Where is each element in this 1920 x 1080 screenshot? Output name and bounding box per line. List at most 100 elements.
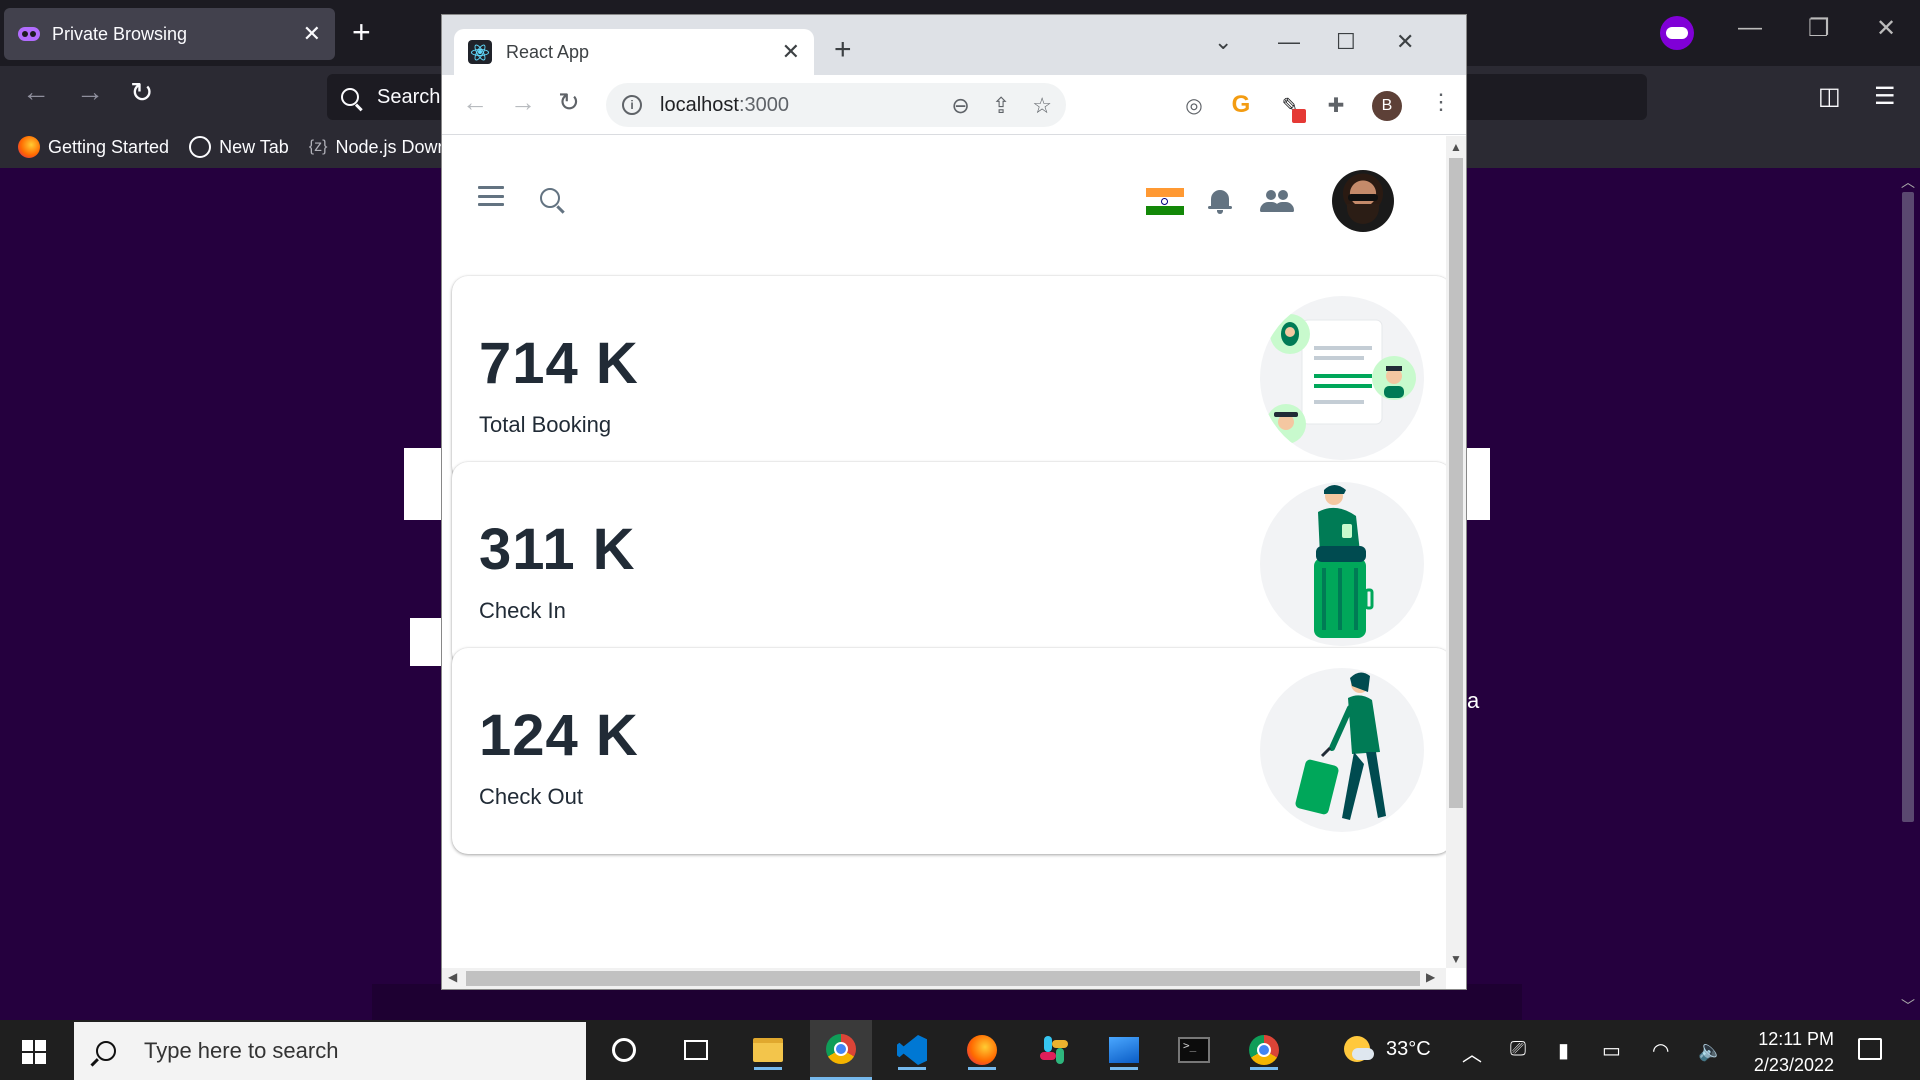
chrome-new-tab-button[interactable]: +: [834, 33, 852, 67]
extension-camera-icon[interactable]: ◎: [1180, 91, 1208, 119]
close-window-icon[interactable]: ✕: [1396, 29, 1414, 55]
search-icon: [96, 1041, 116, 1061]
bookmark-new-tab[interactable]: New Tab: [189, 136, 289, 158]
stat-value: 124 K: [479, 703, 639, 768]
bookmark-getting-started[interactable]: Getting Started: [18, 136, 169, 158]
profile-avatar[interactable]: B: [1372, 91, 1402, 121]
stat-card-total-booking: 714 K Total Booking: [452, 276, 1446, 482]
meet-now-icon[interactable]: ⎚: [1510, 1038, 1526, 1061]
task-view-icon[interactable]: [676, 1030, 716, 1070]
chrome-toolbar: ← → ↻ i localhost:3000 ⊖ ⇪ ☆ ◎ G ✎ ✚ B ⋮: [442, 75, 1466, 135]
tab-search-chevron-icon[interactable]: ⌄: [1214, 29, 1232, 55]
check-out-illustration-icon: [1260, 668, 1424, 832]
chrome-tab-react-app[interactable]: React App ✕: [454, 29, 814, 75]
forward-arrow-icon[interactable]: →: [76, 76, 104, 108]
page-viewport: 714 K Total Booking 311 K Check In 124 K…: [442, 136, 1446, 968]
scroll-left-arrow-icon[interactable]: ◀: [448, 970, 457, 984]
battery-icon[interactable]: ▭: [1602, 1038, 1621, 1063]
notification-center-icon[interactable]: [1858, 1038, 1882, 1060]
stat-card-check-out: 124 K Check Out: [452, 648, 1446, 854]
zoom-icon[interactable]: ⊖: [951, 93, 969, 119]
close-icon[interactable]: ✕: [782, 39, 800, 65]
notification-bell-icon[interactable]: [1208, 188, 1232, 214]
scroll-thumb[interactable]: [466, 971, 1420, 986]
chrome-window: React App ✕ + ⌄ — ☐ ✕ ← → ↻ i localhost:…: [442, 15, 1466, 989]
chrome-taskbar-icon-2[interactable]: [1244, 1030, 1284, 1070]
pocket-icon[interactable]: ◫: [1818, 82, 1841, 111]
scroll-up-arrow-icon[interactable]: ︿: [1901, 172, 1915, 192]
file-explorer-icon[interactable]: [748, 1030, 788, 1070]
reload-icon[interactable]: ↻: [130, 76, 153, 109]
photos-icon[interactable]: [1104, 1030, 1144, 1070]
site-info-icon[interactable]: i: [622, 95, 642, 115]
slack-icon[interactable]: [1034, 1030, 1074, 1070]
close-window-icon[interactable]: ✕: [1876, 14, 1896, 43]
private-mask-icon: [18, 27, 40, 41]
microphone-icon[interactable]: ▮: [1558, 1038, 1569, 1063]
contacts-people-icon[interactable]: [1260, 190, 1294, 214]
scroll-up-arrow-icon[interactable]: ▲: [1450, 140, 1462, 154]
vscode-icon[interactable]: [892, 1030, 932, 1070]
scroll-thumb[interactable]: [1449, 158, 1463, 808]
scroll-down-arrow-icon[interactable]: ▼: [1450, 952, 1462, 966]
stat-label: Check In: [479, 598, 566, 623]
firefox-new-tab-button[interactable]: +: [352, 14, 371, 51]
address-bar[interactable]: i localhost:3000 ⊖ ⇪ ☆: [606, 83, 1066, 127]
volume-icon[interactable]: 🔈: [1698, 1038, 1723, 1063]
wifi-icon[interactable]: ◠: [1652, 1038, 1669, 1063]
scroll-thumb[interactable]: [1902, 192, 1914, 822]
color-picker-icon[interactable]: ✎: [1276, 91, 1306, 123]
user-avatar[interactable]: [1332, 170, 1394, 232]
scroll-down-arrow-icon[interactable]: ﹀: [1901, 996, 1915, 1016]
bookmark-label: Getting Started: [48, 136, 170, 157]
stat-label: Check Out: [479, 784, 583, 809]
stat-label: Total Booking: [479, 412, 612, 437]
zbr-icon: {z}: [308, 138, 328, 155]
bookmark-star-icon[interactable]: ☆: [1032, 93, 1052, 119]
background-band: [372, 984, 1522, 1020]
page-vertical-scrollbar[interactable]: ▲ ▼: [1446, 136, 1466, 968]
taskbar-clock[interactable]: 12:11 PM 2/23/2022: [1738, 1026, 1834, 1078]
taskbar-search-placeholder: Type here to search: [144, 1038, 339, 1063]
close-icon[interactable]: ✕: [303, 21, 321, 47]
clock-time: 12:11 PM: [1758, 1029, 1834, 1049]
forward-arrow-icon[interactable]: →: [510, 87, 536, 118]
background-text: a: [1467, 688, 1480, 713]
private-browsing-icon: [1660, 16, 1694, 50]
extensions-puzzle-icon[interactable]: ✚: [1322, 91, 1350, 119]
restore-icon[interactable]: ❐: [1808, 14, 1830, 43]
terminal-icon[interactable]: >_: [1174, 1030, 1214, 1070]
weather-icon[interactable]: [1344, 1036, 1374, 1062]
share-icon[interactable]: ⇪: [992, 93, 1010, 119]
cortana-icon[interactable]: [604, 1030, 644, 1070]
minimize-icon[interactable]: —: [1278, 29, 1300, 55]
firefox-tab-title: Private Browsing: [52, 23, 188, 44]
grammarly-g-icon[interactable]: G: [1227, 91, 1255, 119]
firefox-tab-private[interactable]: Private Browsing ✕: [4, 8, 335, 60]
more-options-icon[interactable]: ⋮: [1430, 89, 1452, 115]
hamburger-menu-icon[interactable]: [478, 186, 504, 206]
chrome-taskbar-icon[interactable]: [810, 1020, 872, 1080]
chevron-up-icon[interactable]: ︿: [1462, 1038, 1482, 1067]
app-header: [442, 136, 1446, 246]
windows-taskbar: Type here to search >_ 33°C ︿ ⎚ ▮ ▭ ◠ 🔈 …: [0, 1020, 1920, 1080]
scroll-right-arrow-icon[interactable]: ▶: [1426, 970, 1435, 984]
windows-start-icon[interactable]: [22, 1040, 46, 1064]
reload-icon[interactable]: ↻: [558, 87, 580, 118]
india-flag-icon[interactable]: [1146, 188, 1184, 215]
maximize-icon[interactable]: ☐: [1336, 29, 1356, 55]
page-horizontal-scrollbar[interactable]: ◀ ▶: [442, 968, 1446, 989]
minimize-icon[interactable]: —: [1738, 14, 1762, 42]
temperature-text[interactable]: 33°C: [1386, 1038, 1431, 1061]
taskbar-search-box[interactable]: Type here to search: [74, 1022, 586, 1080]
firefox-logo-icon: [18, 136, 40, 158]
firefox-scrollbar[interactable]: ︿ ﹀: [1896, 168, 1920, 1020]
search-icon[interactable]: [540, 188, 560, 208]
react-logo-icon: [468, 40, 492, 64]
firefox-taskbar-icon[interactable]: [962, 1030, 1002, 1070]
stat-value: 311 K: [479, 517, 636, 582]
hamburger-menu-icon[interactable]: ☰: [1874, 82, 1896, 111]
back-arrow-icon[interactable]: ←: [22, 76, 50, 108]
bookmark-nodejs[interactable]: {z} Node.js Down: [309, 137, 448, 158]
back-arrow-icon[interactable]: ←: [462, 87, 488, 118]
